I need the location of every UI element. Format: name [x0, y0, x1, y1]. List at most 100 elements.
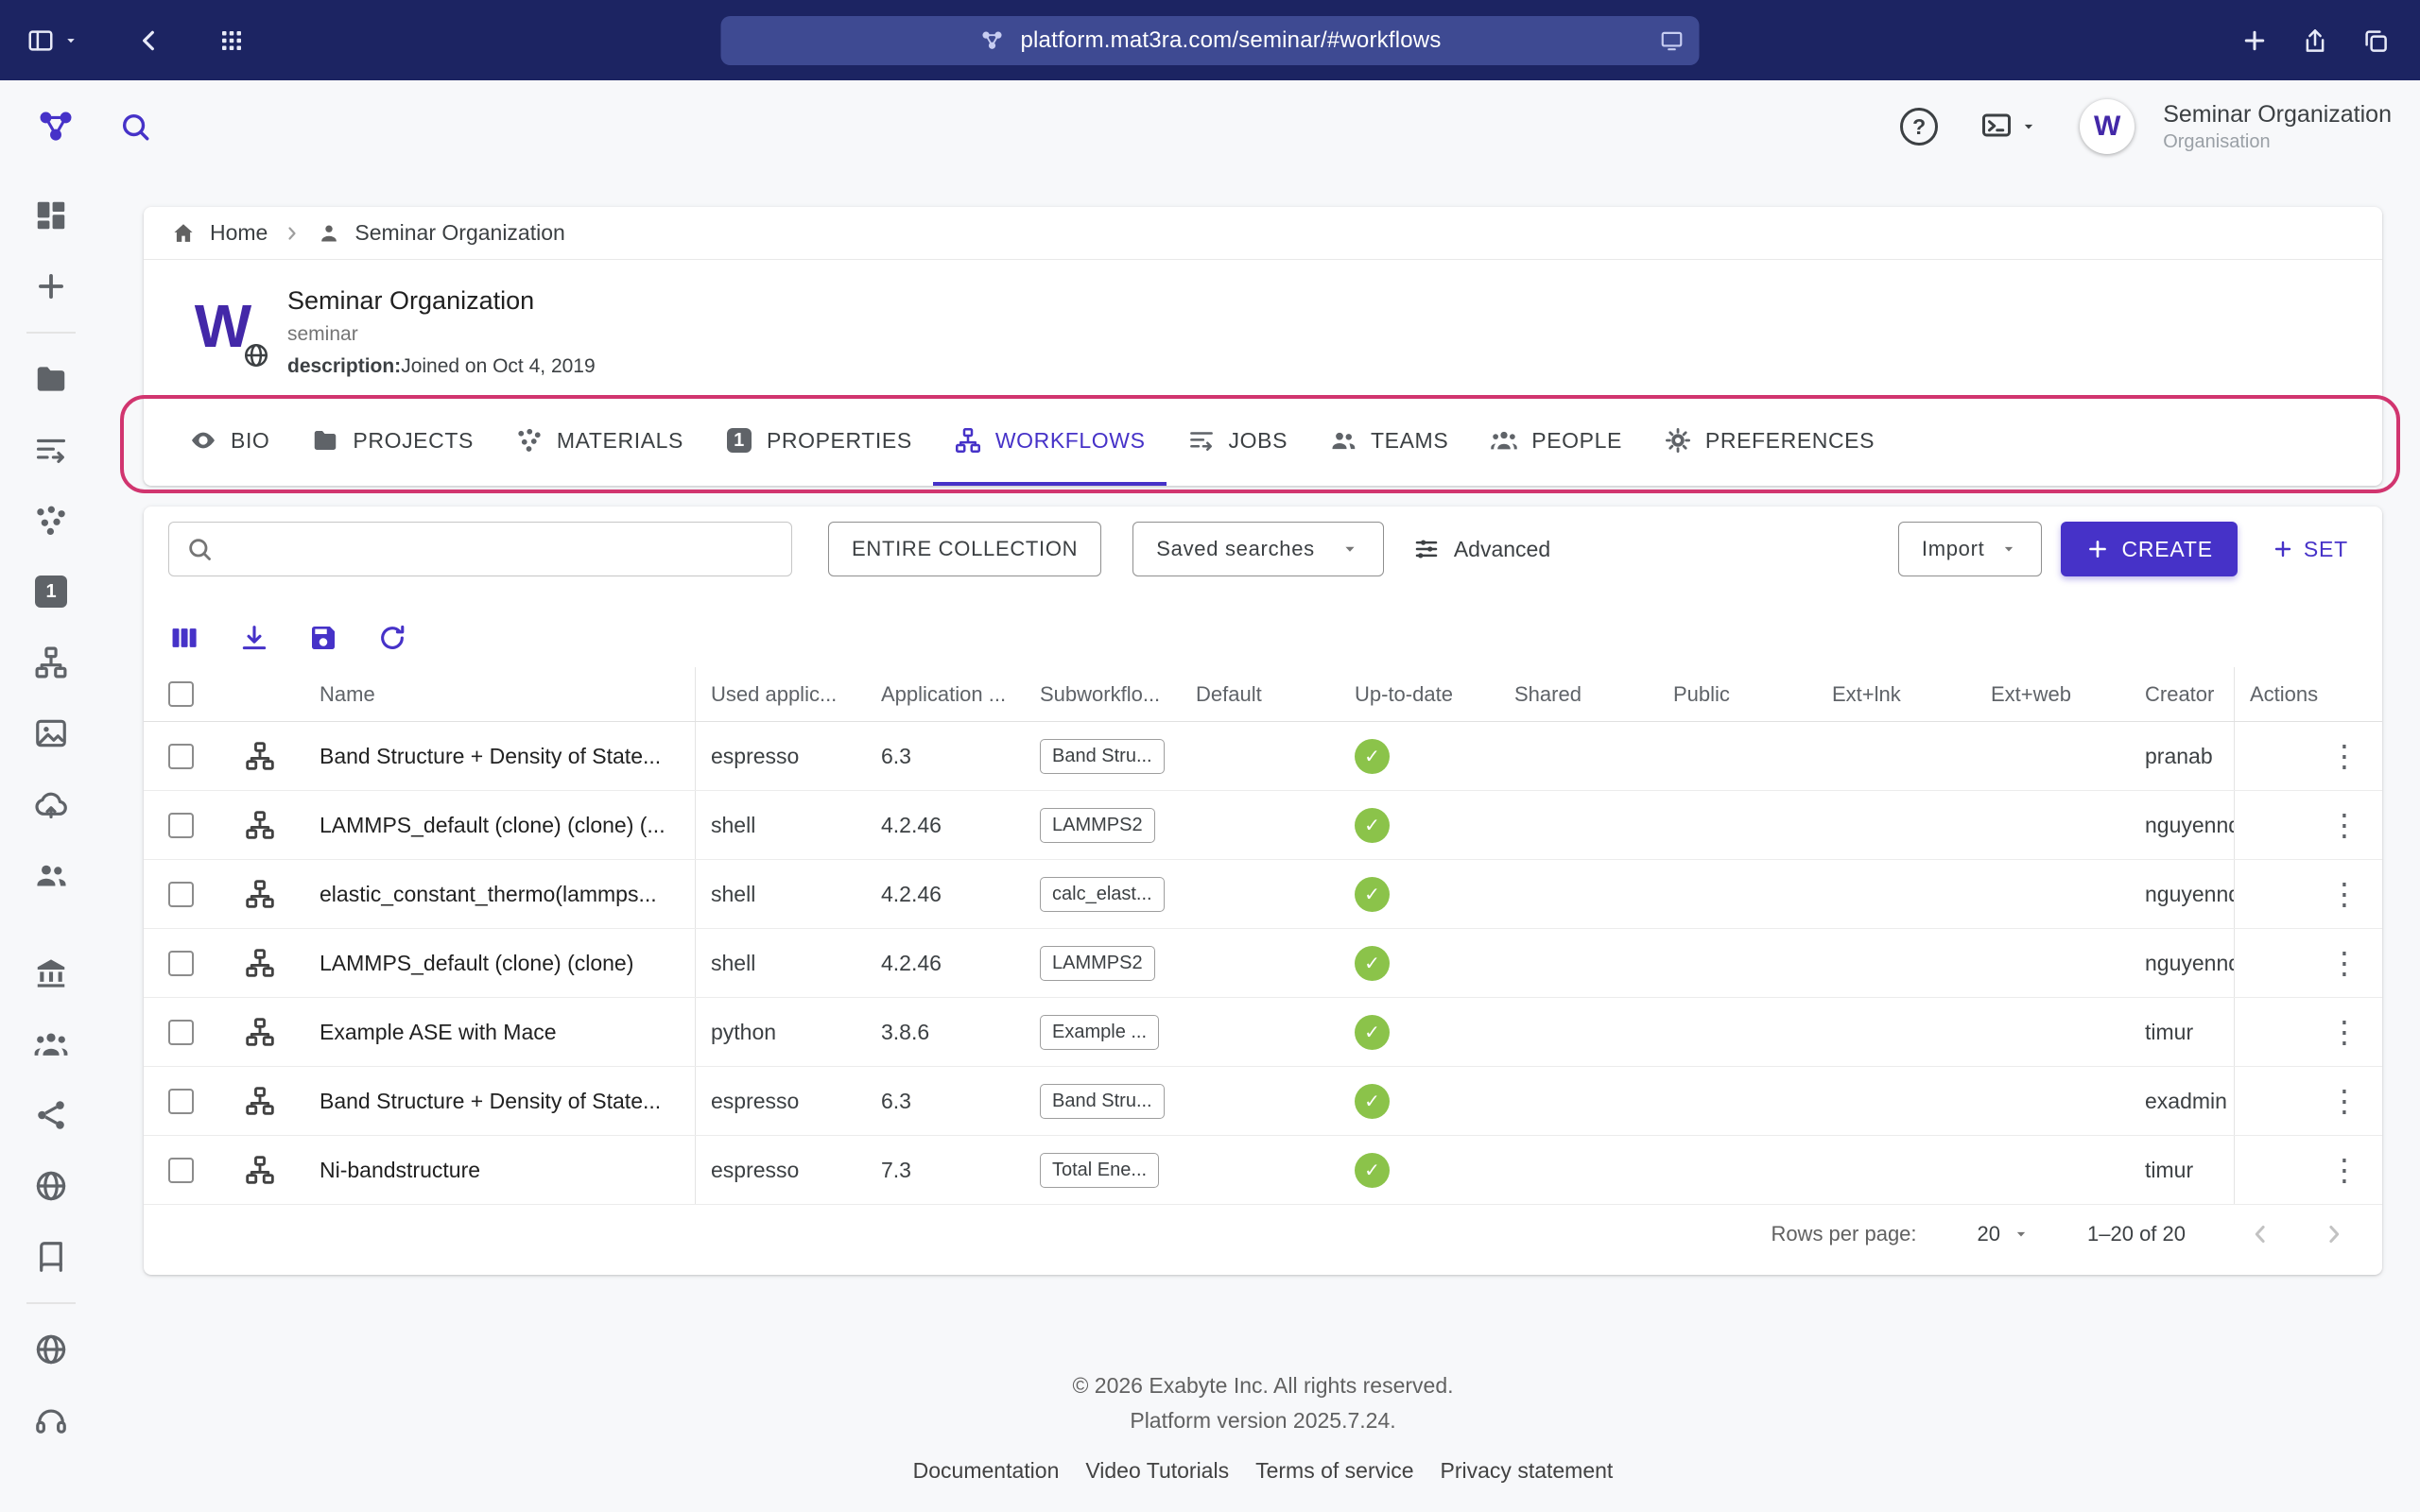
column-header-subworkflo[interactable]: Subworkflo...	[1025, 667, 1181, 721]
saved-searches-dropdown[interactable]: Saved searches	[1132, 522, 1384, 576]
set-button[interactable]: SET	[2262, 537, 2358, 562]
search-input[interactable]	[226, 536, 774, 563]
row-actions-button[interactable]: ⋮	[2329, 810, 2360, 840]
download-icon[interactable]	[238, 622, 270, 654]
new-tab-button[interactable]	[2240, 26, 2269, 55]
sidebar-item-workflows[interactable]	[33, 644, 69, 680]
console-button[interactable]	[1979, 110, 2038, 144]
tabs-overview-button[interactable]	[2361, 26, 2390, 55]
table-row[interactable]: Ni-bandstructureespresso7.3Total Ene...✓…	[144, 1136, 2382, 1205]
column-header-name[interactable]: Name	[304, 667, 695, 721]
workflow-name[interactable]: Band Structure + Density of State...	[304, 1067, 695, 1135]
sidebar-item-uploads[interactable]	[33, 786, 69, 822]
next-page-button[interactable]	[2320, 1220, 2348, 1248]
row-checkbox[interactable]	[168, 951, 194, 976]
home-icon[interactable]	[170, 220, 197, 247]
column-header-actions[interactable]: Actions	[2234, 667, 2382, 721]
subworkflow-chip[interactable]: LAMMPS2	[1040, 808, 1155, 843]
sidebar-item-dashboard[interactable]	[33, 198, 69, 233]
sidebar-item-jobs[interactable]	[33, 432, 69, 468]
row-checkbox[interactable]	[168, 813, 194, 838]
share-button[interactable]	[2301, 26, 2329, 55]
tab-materials[interactable]: MATERIALS	[494, 399, 704, 486]
sidebar-item-media[interactable]	[33, 715, 69, 751]
table-row[interactable]: elastic_constant_thermo(lammps...shell4.…	[144, 860, 2382, 929]
window-chevron-down-icon[interactable]	[62, 32, 79, 49]
global-search-button[interactable]	[119, 111, 151, 143]
save-icon[interactable]	[308, 623, 338, 653]
tab-workflows[interactable]: WORKFLOWS	[933, 399, 1167, 486]
columns-icon[interactable]	[168, 622, 200, 654]
sidebar-item-projects[interactable]	[33, 361, 69, 397]
tab-properties[interactable]: 1PROPERTIES	[704, 399, 933, 486]
subworkflow-chip[interactable]: LAMMPS2	[1040, 946, 1155, 981]
workflow-name[interactable]: LAMMPS_default (clone) (clone)	[304, 929, 695, 997]
sidebar-item-properties[interactable]: 1	[33, 574, 69, 610]
row-checkbox[interactable]	[168, 882, 194, 907]
table-row[interactable]: Example ASE with Macepython3.8.6Example …	[144, 998, 2382, 1067]
advanced-filters-button[interactable]: Advanced	[1412, 535, 1550, 563]
help-button[interactable]: ?	[1900, 108, 1938, 146]
footer-link-video-tutorials[interactable]: Video Tutorials	[1085, 1458, 1229, 1484]
row-actions-button[interactable]: ⋮	[2329, 948, 2360, 978]
column-header-application[interactable]: Application ...	[866, 667, 1025, 721]
create-button[interactable]: CREATE	[2061, 522, 2237, 576]
row-checkbox[interactable]	[168, 1158, 194, 1183]
column-header-up-to-date[interactable]: Up-to-date	[1340, 667, 1499, 721]
url-bar[interactable]: platform.mat3ra.com/seminar/#workflows	[721, 16, 1700, 65]
sidebar-item-language[interactable]	[33, 1332, 69, 1367]
subworkflow-chip[interactable]: Band Stru...	[1040, 739, 1165, 774]
row-actions-button[interactable]: ⋮	[2329, 879, 2360, 909]
table-row[interactable]: LAMMPS_default (clone) (clone) (...shell…	[144, 791, 2382, 860]
table-row[interactable]: Band Structure + Density of State...espr…	[144, 722, 2382, 791]
breadcrumb-home[interactable]: Home	[210, 220, 268, 246]
tab-teams[interactable]: TEAMS	[1308, 399, 1469, 486]
sidebar-item-teams[interactable]	[33, 1026, 69, 1062]
import-dropdown[interactable]: Import	[1898, 522, 2043, 576]
table-row[interactable]: Band Structure + Density of State...espr…	[144, 1067, 2382, 1136]
tab-bio[interactable]: BIO	[168, 399, 290, 486]
subworkflow-chip[interactable]: Total Ene...	[1040, 1153, 1159, 1188]
column-header-used-applic[interactable]: Used applic...	[695, 667, 866, 721]
row-checkbox[interactable]	[168, 744, 194, 769]
workflow-name[interactable]: LAMMPS_default (clone) (clone) (...	[304, 791, 695, 859]
subworkflow-chip[interactable]: Band Stru...	[1040, 1084, 1165, 1119]
sidebar-item-materials[interactable]	[33, 503, 69, 539]
display-icon[interactable]	[1660, 28, 1685, 53]
row-actions-button[interactable]: ⋮	[2329, 1155, 2360, 1185]
tab-projects[interactable]: PROJECTS	[290, 399, 493, 486]
sidebar-item-resources[interactable]	[33, 1239, 69, 1275]
row-checkbox[interactable]	[168, 1089, 194, 1114]
window-controls-icon[interactable]	[26, 26, 55, 55]
column-header-ext-web[interactable]: Ext+web	[1976, 667, 2130, 721]
column-header-shared[interactable]: Shared	[1499, 667, 1658, 721]
row-checkbox[interactable]	[168, 1020, 194, 1045]
table-row[interactable]: LAMMPS_default (clone) (clone)shell4.2.4…	[144, 929, 2382, 998]
select-all-checkbox[interactable]	[168, 681, 194, 707]
column-header-public[interactable]: Public	[1658, 667, 1817, 721]
subworkflow-chip[interactable]: Example ...	[1040, 1015, 1159, 1050]
row-actions-button[interactable]: ⋮	[2329, 1086, 2360, 1116]
back-button[interactable]	[134, 26, 164, 56]
column-header-default[interactable]: Default	[1181, 667, 1340, 721]
sidebar-item-create-new[interactable]	[33, 268, 69, 304]
workflow-name[interactable]: Band Structure + Density of State...	[304, 722, 695, 790]
row-actions-button[interactable]: ⋮	[2329, 741, 2360, 771]
user-avatar[interactable]: W	[2080, 99, 2135, 154]
subworkflow-chip[interactable]: calc_elast...	[1040, 877, 1165, 912]
sidebar-item-support[interactable]	[33, 1402, 69, 1438]
tab-jobs[interactable]: JOBS	[1167, 399, 1308, 486]
apps-grid-button[interactable]	[217, 26, 246, 55]
tab-preferences[interactable]: PREFERENCES	[1643, 399, 1895, 486]
search-box[interactable]	[168, 522, 792, 576]
footer-link-documentation[interactable]: Documentation	[913, 1458, 1060, 1484]
previous-page-button[interactable]	[2246, 1220, 2274, 1248]
sidebar-item-people[interactable]	[33, 857, 69, 893]
rows-per-page-select[interactable]: 20	[1978, 1222, 2031, 1246]
sidebar-item-shared[interactable]	[33, 1097, 69, 1133]
row-actions-button[interactable]: ⋮	[2329, 1017, 2360, 1047]
sidebar-item-web[interactable]	[33, 1168, 69, 1204]
footer-link-terms-of-service[interactable]: Terms of service	[1255, 1458, 1413, 1484]
refresh-icon[interactable]	[376, 622, 408, 654]
workflow-name[interactable]: elastic_constant_thermo(lammps...	[304, 860, 695, 928]
